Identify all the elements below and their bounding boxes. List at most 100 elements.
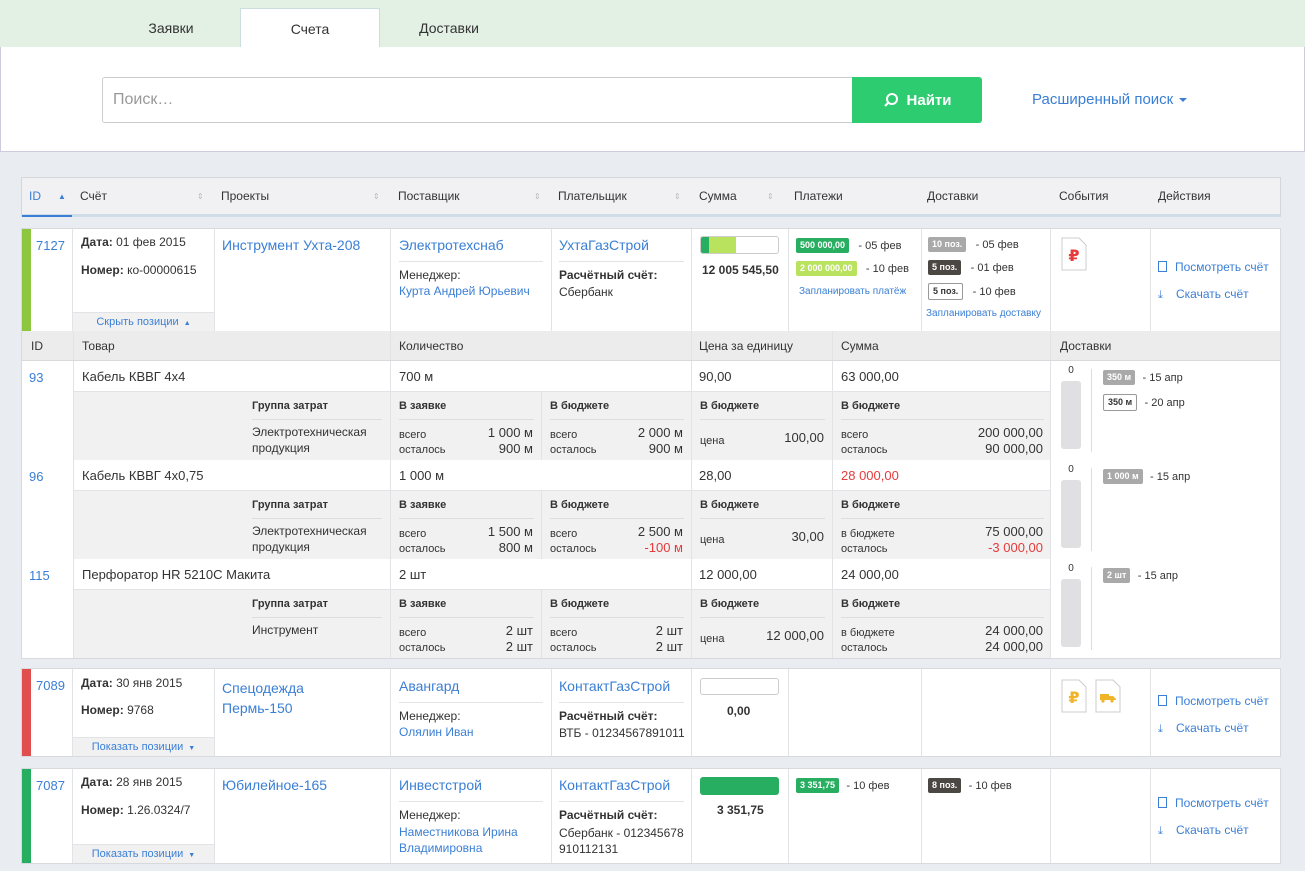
show-positions-toggle[interactable]: Показать позиции ▼ [73,737,214,756]
item-price: 28,00 [691,460,832,490]
manager-link[interactable]: Наместникова Ирина Владимировна [399,824,529,856]
events-cell: ₽ [1050,669,1150,756]
view-invoice-link[interactable]: Посмотреть счёт [1158,796,1269,810]
delivery-count: 0 [1068,563,1074,574]
item-price: 90,00 [691,361,832,391]
payment-item: 500 000,00 - 05 фев [796,238,901,254]
invoice-id-link[interactable]: 7089 [36,678,65,693]
account-label: Расчётный счёт: [559,709,658,723]
status-bar [22,769,31,863]
column-sum[interactable]: Сумма [699,178,737,215]
invoice-row: 7127 Дата: 01 фев 2015 Номер: ко-0000061… [21,228,1281,332]
budget-left: 900 м [648,441,683,456]
sum-budget-left: 24 000,00 [985,639,1043,654]
delivery-level [1061,381,1081,449]
project-cell: Юбилейное-165 [214,769,391,863]
view-invoice-link[interactable]: Посмотреть счёт [1158,694,1269,708]
invoice-sum: 3 351,75 [717,803,764,817]
tab-invoices[interactable]: Счета [240,8,380,49]
project-link[interactable]: Инструмент Ухта-208 [222,237,360,253]
price-budget-cell: В бюджете цена 100,00 [691,392,832,460]
payments-cell: 3 351,75 - 10 фев [788,769,921,863]
column-projects[interactable]: Проекты [221,178,269,215]
download-invoice-link[interactable]: ⤓ Скачать счёт [1158,721,1249,736]
column-payer[interactable]: Плательщик [558,178,627,215]
ruble-document-icon[interactable]: ₽ [1061,237,1087,271]
item-price: 12 000,00 [691,559,832,589]
advanced-search-label: Расширенный поиск [1032,91,1174,108]
invoice-cell: Дата: 01 фев 2015 Номер: ко-00000615 Скр… [72,229,214,331]
manager-label: Менеджер: [399,808,461,822]
payment-progress [700,678,779,695]
delivery-item: 1 000 м - 15 апр [1103,469,1190,485]
project-link[interactable]: Спецодежда Пермь-150 [222,678,332,718]
sum-budget-left: 90 000,00 [985,441,1043,456]
item-main: Кабель КВВГ 4х4 700 м 90,00 63 000,00 [73,361,1051,391]
ruble-document-icon[interactable]: ₽ [1061,679,1087,713]
item-main: Кабель КВВГ 4х0,75 1 000 м 28,00 28 000,… [73,460,1051,490]
item-main: Перфоратор HR 5210С Макита 2 шт 12 000,0… [73,559,1051,589]
plan-delivery-link[interactable]: Запланировать доставку [926,308,1041,319]
show-positions-toggle[interactable]: Показать позиции ▼ [73,844,214,863]
payer-link[interactable]: КонтактГазСтрой [559,777,670,793]
item-deliveries-cell: 0 350 м - 15 апр 350 м - 20 апр [1050,361,1282,460]
items-col-product: Товар [73,331,123,360]
item-id-link[interactable]: 115 [29,568,50,583]
request-left: 2 шт [505,639,533,654]
manager-label: Менеджер: [399,268,461,282]
payer-link[interactable]: УхтаГазСтрой [559,237,649,253]
tab-requests[interactable]: Заявки [101,8,241,48]
view-invoice-link[interactable]: Посмотреть счёт [1158,260,1269,274]
sum-budget-total: 75 000,00 [985,524,1043,539]
item-name: Кабель КВВГ 4х0,75 [73,460,390,490]
cost-group-cell: Группа затрат Электротехническая продукц… [73,392,390,460]
price-budget: 12 000,00 [766,628,824,643]
manager-link[interactable]: Оляли­н Иван [399,725,474,739]
account-label: Расчётный счёт: [559,808,658,822]
download-invoice-link[interactable]: ⤓ Скачать счёт [1158,823,1249,838]
column-id[interactable]: ID ▲ [22,178,72,217]
item-id-link[interactable]: 96 [29,469,43,484]
actions-cell: Посмотреть счёт ⤓ Скачать счёт [1150,769,1282,863]
find-button[interactable]: Найти [852,77,982,123]
request-total: 1 000 м [487,425,533,440]
manager-label: Менеджер: [399,709,461,723]
invoice-id-link[interactable]: 7127 [36,238,65,253]
column-supplier[interactable]: Поставщик [398,178,460,215]
account-value: Сбербанк - 012345678910112131 [559,826,684,856]
price-budget-cell: В бюджете цена 30,00 [691,491,832,559]
column-id-label: ID [29,189,41,203]
truck-document-icon[interactable] [1095,679,1121,713]
item-name: Перфоратор HR 5210С Макита [73,559,390,589]
supplier-link[interactable]: Электротехснаб [399,237,504,253]
column-payments: Платежи [794,189,843,203]
search-input[interactable]: Поиск… [102,77,853,123]
svg-text:₽: ₽ [1068,246,1079,265]
budget-left: 2 шт [655,639,683,654]
invoice-number: Номер: 9768 [81,703,154,717]
invoice-cell: Дата: 30 янв 2015 Номер: 9768 Показать п… [72,669,214,756]
advanced-search-link[interactable]: Расширенный поиск [1032,91,1188,108]
tab-deliveries[interactable]: Доставки [379,8,519,48]
events-cell: ₽ [1050,229,1150,331]
status-bar [22,229,31,331]
hide-positions-toggle[interactable]: Скрыть позиции ▲ [73,312,214,331]
request-total: 2 шт [505,623,533,638]
download-icon: ⤓ [1158,289,1163,301]
supplier-link[interactable]: Инвестстрой [399,777,482,793]
request-cell: В заявке всего 1 500 м осталось 800 м [390,491,541,559]
chevron-down-icon: ▼ [188,852,196,859]
column-invoice[interactable]: Счёт [80,178,107,215]
download-invoice-link[interactable]: ⤓ Скачать счёт [1158,287,1249,302]
column-events: События [1059,189,1109,203]
payer-link[interactable]: КонтактГазСтрой [559,678,670,694]
supplier-link[interactable]: Авангард [399,678,459,694]
manager-link[interactable]: Курта Андрей Юрьевич [399,284,530,298]
invoice-id-link[interactable]: 7087 [36,778,65,793]
plan-payment-link[interactable]: Запланировать платёж [799,286,906,297]
item-details: Группа затрат Электротехническая продукц… [73,490,1051,559]
item-details: Группа затрат Инструмент В заявке всего … [73,589,1051,658]
project-link[interactable]: Юбилейное-165 [222,777,327,793]
delivery-item: 8 поз. - 10 фев [928,778,1012,794]
item-id-link[interactable]: 93 [29,370,43,385]
